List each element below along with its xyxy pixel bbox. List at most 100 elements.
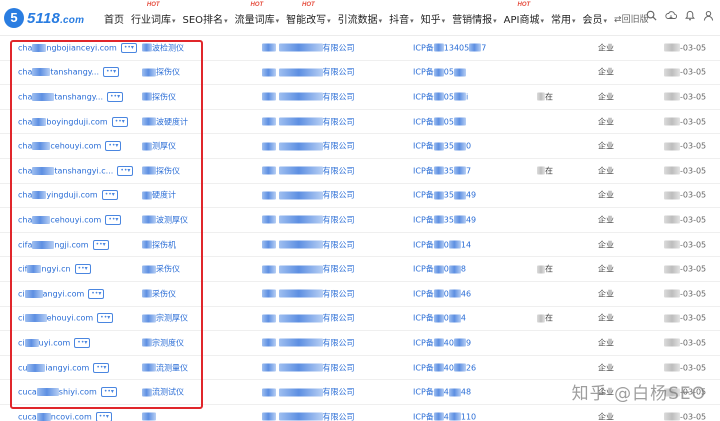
- icp-cell[interactable]: ICP备 05: [413, 67, 466, 78]
- icp-cell[interactable]: ICP备 40 26: [413, 362, 476, 373]
- company-cell[interactable]: 有限公司: [262, 42, 355, 53]
- nav-item-4[interactable]: 智能改写▾ HOT: [286, 2, 331, 26]
- nav-item-11[interactable]: 会员▾: [583, 11, 608, 26]
- redaction-mask: [433, 166, 444, 175]
- nav-item-12[interactable]: ⇄回旧版: [614, 12, 649, 25]
- domain-options-button[interactable]: ••▾: [88, 288, 105, 299]
- domain-cell[interactable]: cha tanshangy... ••▾: [18, 67, 120, 78]
- site-name-cell[interactable]: 宗测度仪: [142, 337, 184, 348]
- icp-cell[interactable]: ICP备 35 49: [413, 190, 476, 201]
- icp-cell[interactable]: ICP备 35 49: [413, 214, 476, 225]
- domain-cell[interactable]: cha cehouyi.com ••▾: [18, 214, 122, 225]
- icp-cell[interactable]: ICP备 35 7: [413, 165, 471, 176]
- domain-cell[interactable]: cha tanshangyi.c... ••▾: [18, 165, 134, 176]
- domain-options-button[interactable]: ••▾: [117, 165, 134, 176]
- domain-cell[interactable]: cha ngbojianceyi.com ••▾: [18, 42, 137, 53]
- site-name-cell[interactable]: 探伤仪: [142, 165, 180, 176]
- company-cell[interactable]: 有限公司: [262, 165, 355, 176]
- nav-item-10[interactable]: 常用▾: [551, 11, 576, 26]
- company-cell[interactable]: 有限公司: [262, 288, 355, 299]
- icp-cell[interactable]: ICP备 0 46: [413, 288, 471, 299]
- site-name-cell[interactable]: 测厚仪: [142, 141, 176, 152]
- domain-cell[interactable]: ci uyi.com ••▾: [18, 337, 91, 348]
- search-icon[interactable]: [646, 10, 657, 21]
- cloud-download-icon[interactable]: [665, 10, 677, 21]
- company-cell[interactable]: 有限公司: [262, 411, 355, 421]
- nav-item-7[interactable]: 知乎▾: [421, 11, 446, 26]
- domain-options-button[interactable]: ••▾: [74, 337, 91, 348]
- nav-item-1[interactable]: 行业词库▾ HOT: [131, 2, 176, 26]
- domain-options-button[interactable]: ••▾: [95, 411, 112, 421]
- nav-item-9[interactable]: API商城▾ HOT: [504, 2, 544, 26]
- domain-cell[interactable]: cifa ngji.com ••▾: [18, 239, 109, 250]
- company-cell[interactable]: 有限公司: [262, 116, 355, 127]
- site-name-cell[interactable]: 波硬度计: [142, 116, 188, 127]
- site-name-cell[interactable]: 硬度计: [142, 190, 176, 201]
- nav-item-8[interactable]: 营销情报▾: [452, 11, 497, 26]
- domain-cell[interactable]: cha yingduji.com ••▾: [18, 190, 118, 201]
- icp-cell[interactable]: ICP备 0 14: [413, 239, 471, 250]
- domain-cell[interactable]: cif ngyi.cn ••▾: [18, 264, 91, 275]
- domain-options-button[interactable]: ••▾: [120, 42, 137, 53]
- domain-options-button[interactable]: ••▾: [100, 387, 117, 398]
- domain-options-button[interactable]: ••▾: [111, 116, 128, 127]
- company-cell[interactable]: 有限公司: [262, 190, 355, 201]
- domain-cell[interactable]: cuca ncovi.com ••▾: [18, 411, 112, 421]
- site-name-cell[interactable]: 探伤仪: [142, 67, 180, 78]
- icp-cell[interactable]: ICP备 13405 7: [413, 42, 486, 53]
- domain-cell[interactable]: cuca shiyi.com ••▾: [18, 387, 117, 398]
- site-name-cell[interactable]: 波测厚仪: [142, 214, 188, 225]
- nav-item-6[interactable]: 抖音▾: [389, 11, 414, 26]
- domain-options-button[interactable]: ••▾: [97, 313, 114, 324]
- icp-cell[interactable]: ICP备 4 48: [413, 387, 471, 398]
- nav-item-3[interactable]: 流量词库▾ HOT: [235, 2, 280, 26]
- icp-cell[interactable]: ICP备 40 9: [413, 337, 471, 348]
- company-cell[interactable]: 有限公司: [262, 337, 355, 348]
- site-logo[interactable]: 5 5118.com: [4, 8, 84, 28]
- site-name-cell[interactable]: [142, 412, 156, 421]
- icp-cell[interactable]: ICP备 0 4: [413, 313, 466, 324]
- domain-cell[interactable]: cha cehouyi.com ••▾: [18, 141, 122, 152]
- domain-cell[interactable]: ci ehouyi.com ••▾: [18, 313, 114, 324]
- domain-options-button[interactable]: ••▾: [101, 190, 118, 201]
- company-cell[interactable]: 有限公司: [262, 91, 355, 102]
- domain-options-button[interactable]: ••▾: [92, 239, 109, 250]
- domain-cell[interactable]: ci angyi.com ••▾: [18, 288, 105, 299]
- company-cell[interactable]: 有限公司: [262, 67, 355, 78]
- site-name-cell[interactable]: 采伤仪: [142, 288, 176, 299]
- company-cell[interactable]: 有限公司: [262, 239, 355, 250]
- nav-item-5[interactable]: 引流数据▾: [338, 11, 383, 26]
- company-cell[interactable]: 有限公司: [262, 362, 355, 373]
- domain-options-button[interactable]: ••▾: [74, 264, 91, 275]
- domain-cell[interactable]: cu iangyi.com ••▾: [18, 362, 110, 373]
- domain-options-button[interactable]: ••▾: [105, 141, 122, 152]
- icp-cell[interactable]: ICP备 4 110: [413, 411, 476, 421]
- site-name-cell[interactable]: 探伤仪: [142, 91, 176, 102]
- site-name-cell[interactable]: 探伤机: [142, 239, 176, 250]
- domain-options-button[interactable]: ••▾: [105, 214, 122, 225]
- domain-options-button[interactable]: ••▾: [103, 67, 120, 78]
- domain-options-button[interactable]: ••▾: [93, 362, 110, 373]
- company-cell[interactable]: 有限公司: [262, 264, 355, 275]
- site-name-cell[interactable]: 流测量仪: [142, 362, 188, 373]
- domain-cell[interactable]: cha tanshangy... ••▾: [18, 91, 124, 102]
- icp-cell[interactable]: ICP备 05: [413, 116, 466, 127]
- redaction-mask: [262, 338, 276, 347]
- company-cell[interactable]: 有限公司: [262, 313, 355, 324]
- domain-cell[interactable]: cha boyingduji.com ••▾: [18, 116, 128, 127]
- bell-icon[interactable]: [685, 10, 695, 21]
- site-name-cell[interactable]: 采伤仪: [142, 264, 180, 275]
- domain-options-button[interactable]: ••▾: [107, 91, 124, 102]
- site-name-cell[interactable]: 宗测厚仪: [142, 313, 188, 324]
- icp-cell[interactable]: ICP备 0 8: [413, 264, 466, 275]
- nav-item-2[interactable]: SEO排名▾: [183, 11, 228, 26]
- user-icon[interactable]: [703, 10, 714, 21]
- site-name-cell[interactable]: 流测试仪: [142, 387, 184, 398]
- icp-cell[interactable]: ICP备 35 0: [413, 141, 471, 152]
- company-cell[interactable]: 有限公司: [262, 141, 355, 152]
- company-cell[interactable]: 有限公司: [262, 214, 355, 225]
- company-cell[interactable]: 有限公司: [262, 387, 355, 398]
- site-name-cell[interactable]: 波检测仪: [142, 42, 184, 53]
- nav-item-0[interactable]: 首页: [104, 11, 124, 26]
- icp-cell[interactable]: ICP备 05 i: [413, 91, 468, 102]
